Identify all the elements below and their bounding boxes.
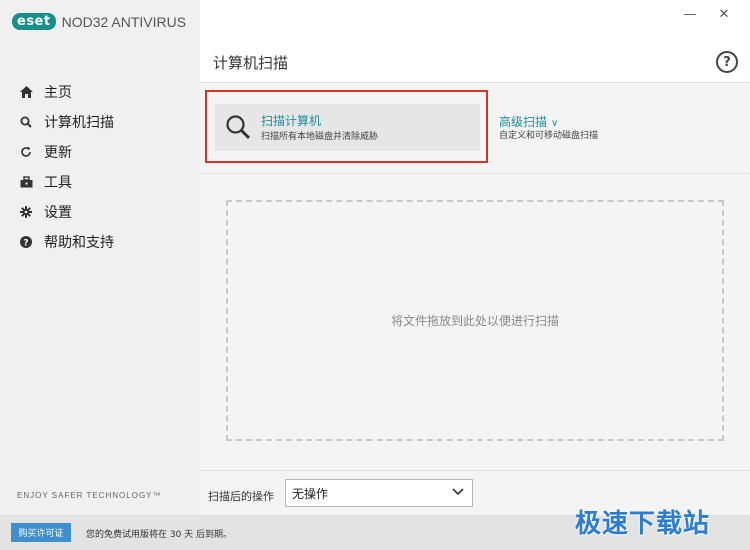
sidebar-item-label: 帮助和支持: [44, 235, 114, 251]
search-icon: [18, 116, 34, 128]
sidebar-item-label: 主页: [44, 85, 72, 101]
tagline: ENJOY SAFER TECHNOLOGY™: [17, 491, 162, 500]
main-content: 扫描计算机 扫描所有本地磁盘并清除威胁 高级扫描 ∨ 自定义和可移动磁盘扫描 将文…: [200, 82, 750, 515]
sidebar-item-settings[interactable]: 设置: [0, 197, 200, 227]
help-icon: ?: [18, 236, 34, 248]
trial-status-text: 您的免费试用版将在 30 天 后到期。: [86, 530, 233, 540]
sidebar-item-update[interactable]: 更新: [0, 137, 200, 167]
sidebar-item-label: 工具: [44, 175, 72, 191]
minimize-button[interactable]: —: [682, 6, 698, 22]
sidebar-item-computer-scan[interactable]: 计算机扫描: [0, 107, 200, 137]
close-button[interactable]: ✕: [716, 6, 732, 22]
after-scan-value: 无操作: [292, 486, 329, 501]
divider: [200, 173, 750, 174]
eset-logo: eset NOD32 ANTIVIRUS: [12, 13, 186, 30]
sidebar-item-label: 设置: [44, 205, 72, 221]
svg-text:?: ?: [23, 239, 28, 249]
sidebar-item-label: 计算机扫描: [44, 115, 114, 131]
refresh-icon: [18, 146, 34, 158]
highlight-box: [205, 90, 488, 163]
header: — ✕ 计算机扫描 ?: [200, 0, 750, 82]
sidebar-item-tools[interactable]: 工具: [0, 167, 200, 197]
product-name: NOD32 ANTIVIRUS: [61, 13, 187, 30]
sidebar-item-help[interactable]: ? 帮助和支持: [0, 227, 200, 257]
drop-zone[interactable]: 将文件拖放到此处以便进行扫描: [226, 200, 724, 441]
watermark: 极速下载站: [575, 509, 711, 539]
home-icon: [18, 86, 34, 98]
chevron-down-icon: [452, 488, 464, 496]
page-title: 计算机扫描: [213, 54, 289, 72]
advanced-scan-label: 高级扫描: [499, 115, 548, 129]
sidebar-item-home[interactable]: 主页: [0, 77, 200, 107]
after-scan-select[interactable]: 无操作: [285, 479, 473, 507]
after-scan-label: 扫描后的操作: [208, 490, 274, 503]
gear-icon: [18, 206, 34, 218]
advanced-scan-subtitle: 自定义和可移动磁盘扫描: [499, 131, 599, 141]
drop-zone-text: 将文件拖放到此处以便进行扫描: [390, 314, 559, 328]
toolbox-icon: [18, 176, 34, 188]
sidebar: eset NOD32 ANTIVIRUS 主页 计算机扫描 更新 工具 设置 ?…: [0, 0, 200, 515]
logo-badge: eset: [12, 13, 56, 30]
sidebar-nav: 主页 计算机扫描 更新 工具 设置 ? 帮助和支持: [0, 77, 200, 257]
buy-license-button[interactable]: 购买许可证: [11, 523, 71, 542]
help-button[interactable]: ?: [716, 51, 738, 73]
sidebar-item-label: 更新: [44, 145, 72, 161]
